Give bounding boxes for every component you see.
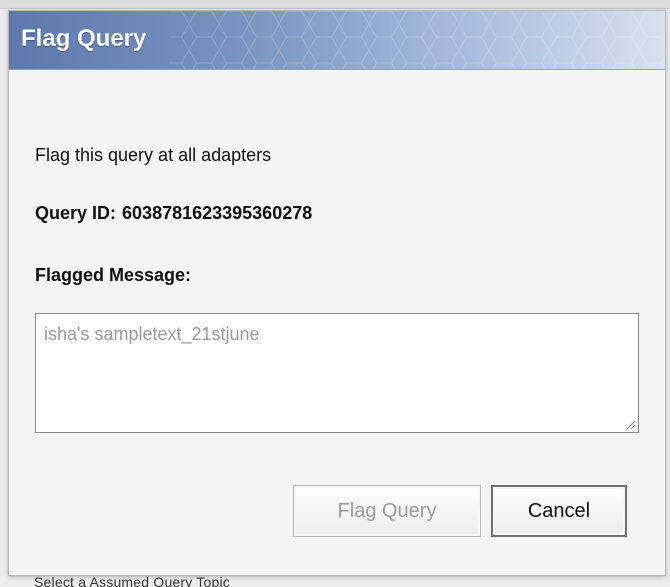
flagged-message-input[interactable]: isha's sampletext_21stjune: [35, 313, 639, 433]
dialog-content: Flag this query at all adapters Query ID…: [35, 69, 639, 575]
flagged-message-label: Flagged Message:: [35, 265, 192, 285]
resize-grip-icon[interactable]: [625, 419, 636, 430]
query-id-row: Query ID: 6038781623395360278: [35, 203, 312, 224]
cancel-button[interactable]: Cancel: [491, 485, 627, 537]
query-id-label: Query ID:: [35, 203, 117, 223]
screen: Flag Query Flag this query at all adapte…: [0, 0, 670, 587]
flag-query-button[interactable]: Flag Query: [293, 485, 481, 537]
dialog-title: Flag Query: [21, 25, 147, 52]
query-id-value: 6038781623395360278: [122, 203, 313, 223]
dialog-titlebar[interactable]: Flag Query: [9, 11, 665, 70]
background-page-text: Select a Assumed Query Topic: [34, 574, 230, 587]
flag-query-dialog: Flag Query Flag this query at all adapte…: [8, 10, 666, 576]
background-page-strip: [0, 0, 670, 9]
intro-text: Flag this query at all adapters: [35, 145, 272, 165]
